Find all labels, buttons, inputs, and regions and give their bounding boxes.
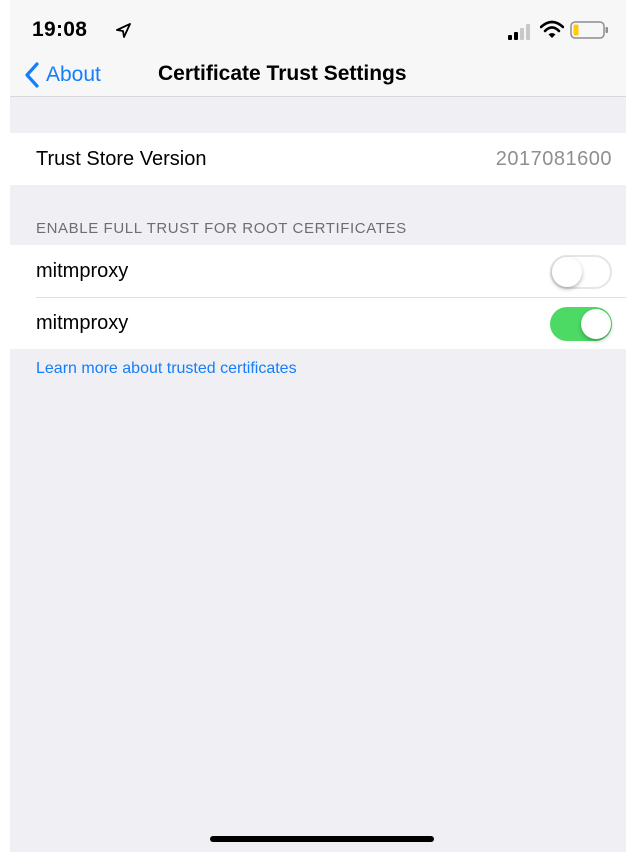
- certificate-name: mitmproxy: [36, 311, 129, 334]
- certificate-trust-toggle[interactable]: [550, 255, 612, 289]
- certificate-row: mitmproxy: [10, 297, 626, 349]
- chevron-left-icon: [25, 62, 39, 88]
- home-indicator: [210, 836, 434, 842]
- page-title: Certificate Trust Settings: [158, 62, 407, 85]
- status-time: 19:08: [32, 18, 88, 41]
- trust-store-row: Trust Store Version 2017081600: [10, 133, 626, 185]
- certificates-group: mitmproxy mitmproxy: [10, 245, 626, 349]
- toggle-knob: [581, 309, 611, 339]
- learn-more-link[interactable]: Learn more about trusted certificates: [36, 360, 297, 378]
- header: 19:08 About Certificate Trust Settings: [10, 0, 626, 97]
- location-arrow-icon: [116, 23, 131, 38]
- section-header: ENABLE FULL TRUST FOR ROOT CERTIFICATES: [36, 220, 407, 237]
- back-label: About: [46, 63, 101, 86]
- wifi-icon: [540, 20, 564, 38]
- certificate-trust-toggle[interactable]: [550, 307, 612, 341]
- certificate-row: mitmproxy: [10, 245, 626, 297]
- back-button[interactable]: About: [24, 58, 101, 92]
- trust-store-label: Trust Store Version: [36, 147, 207, 170]
- trust-store-value: 2017081600: [495, 147, 612, 170]
- cellular-signal-icon: [508, 24, 530, 40]
- battery-icon: [570, 21, 608, 39]
- certificate-name: mitmproxy: [36, 259, 129, 282]
- toggle-knob: [552, 257, 582, 287]
- settings-screen: 19:08 About Certificate Trust Settings T…: [10, 0, 626, 852]
- trust-store-group: Trust Store Version 2017081600: [10, 133, 626, 185]
